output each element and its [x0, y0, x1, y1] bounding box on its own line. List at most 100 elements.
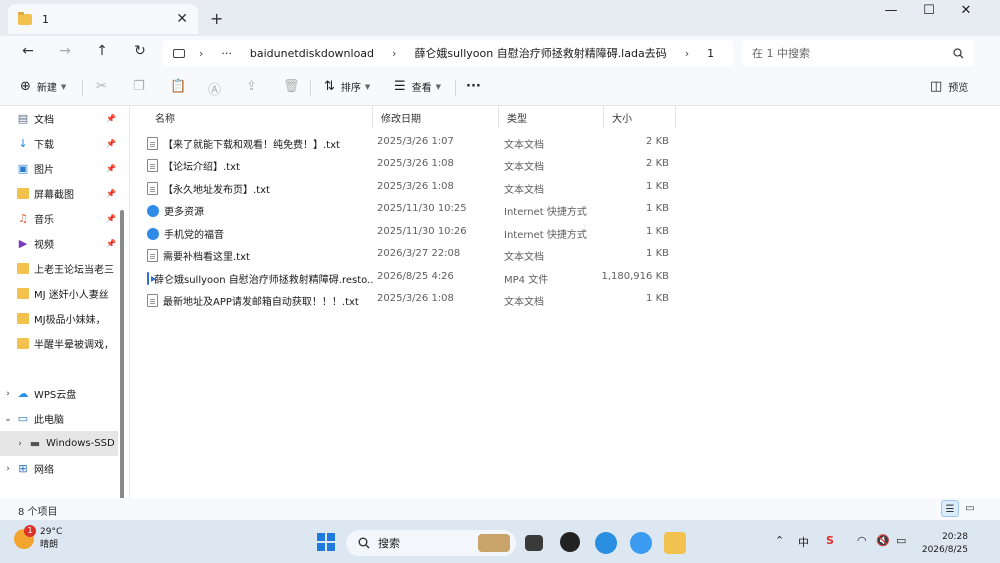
search-input[interactable]: 在 1 中搜索 — [742, 40, 974, 66]
search-icon — [953, 47, 964, 58]
share-button[interactable]: ⇪ — [246, 79, 263, 94]
video-file-icon — [147, 272, 156, 285]
file-row[interactable]: 手机党的福音 2025/11/30 10:26 Internet 快捷方式 1 … — [141, 221, 681, 243]
up-button[interactable]: ↑ — [90, 43, 114, 59]
document-icon: ▤ — [17, 111, 29, 125]
task-view-icon[interactable] — [525, 535, 543, 551]
rename-button[interactable]: Ⓐ — [208, 79, 227, 98]
sidebar-item-downloads[interactable]: ↓ 下载 📌 — [0, 131, 118, 156]
pin-icon: 📌 — [106, 164, 116, 173]
clock-time: 20:28 — [942, 532, 968, 542]
back-button[interactable]: ← — [16, 43, 40, 59]
folder-icon — [16, 262, 30, 275]
delete-button[interactable]: 🗑 — [283, 79, 306, 94]
column-header-type[interactable]: 类型 — [499, 106, 604, 128]
start-button[interactable] — [316, 532, 338, 554]
clock-date: 2026/8/25 — [921, 545, 968, 555]
share-icon: ⇪ — [246, 79, 257, 94]
browser-icon[interactable] — [595, 532, 617, 554]
baidu-netdisk-icon[interactable] — [630, 532, 652, 554]
minimize-button[interactable]: — — [876, 3, 906, 18]
battery-icon[interactable]: ▭ — [896, 534, 906, 547]
paste-button[interactable]: 📋 — [170, 79, 192, 94]
close-tab-icon[interactable]: ✕ — [176, 11, 188, 27]
preview-button[interactable]: ◫ 预览 — [930, 79, 968, 94]
new-tab-button[interactable]: + — [210, 9, 223, 28]
file-row[interactable]: 最新地址及APP请发邮箱自动获取！！！.txt 2025/3/26 1:08 文… — [141, 288, 681, 310]
chevron-right-icon[interactable]: › — [0, 389, 16, 399]
forward-button[interactable]: → — [53, 43, 77, 59]
cut-button[interactable]: ✂ — [96, 79, 113, 94]
column-header-modified[interactable]: 修改日期 — [373, 106, 499, 128]
internet-shortcut-icon — [147, 204, 159, 217]
sidebar-item-videos[interactable]: ▶ 视频 📌 — [0, 231, 118, 256]
breadcrumb-item[interactable]: 1 — [707, 47, 714, 60]
plus-circle-icon: ⊕ — [20, 79, 31, 94]
copy-button[interactable]: ❐ — [133, 79, 151, 94]
file-row[interactable]: 【永久地址发布页】.txt 2025/3/26 1:08 文本文档 1 KB — [141, 176, 681, 198]
chevron-right-icon[interactable]: › — [12, 439, 28, 449]
sidebar-item-this-pc[interactable]: ⌄ ▭ 此电脑 — [0, 406, 118, 431]
details-view-button[interactable]: ☰ — [941, 500, 959, 517]
scissors-icon: ✂ — [96, 79, 107, 94]
chevron-right-icon[interactable]: › — [0, 464, 16, 474]
text-file-icon — [147, 137, 158, 150]
sidebar-item-folder[interactable]: 半醒半晕被调戏， — [0, 331, 118, 356]
folder-icon — [16, 287, 30, 300]
file-row[interactable]: 薛仑娥sullyoon 自慰治疗师拯救射精障碍.resto... 2026/8/… — [141, 266, 681, 288]
computer-icon — [173, 48, 185, 58]
refresh-button[interactable]: ↻ — [128, 43, 152, 59]
ime-indicator[interactable]: 中 — [798, 534, 809, 550]
folder-icon — [16, 187, 30, 200]
sidebar-item-folder[interactable]: 上老王论坛当老三 — [0, 256, 118, 281]
breadcrumb-item[interactable]: 薛仑娥sullyoon 自慰治疗师拯救射精障碍.lada去码 — [414, 45, 666, 61]
maximize-button[interactable]: ☐ — [914, 3, 944, 18]
more-options-button[interactable]: ··· — [466, 79, 481, 94]
view-button[interactable]: ☰ 查看 ▼ — [394, 79, 441, 94]
file-row[interactable]: 需要补档看这里.txt 2026/3/27 22:08 文本文档 1 KB — [141, 243, 681, 265]
computer-icon: ▭ — [17, 411, 29, 425]
column-header-size[interactable]: 大小 — [604, 106, 676, 128]
clock[interactable]: 20:28 2026/8/25 — [918, 531, 968, 557]
pin-icon: 📌 — [106, 239, 116, 248]
sidebar-item-pictures[interactable]: ▣ 图片 📌 — [0, 156, 118, 181]
weather-temperature: 29°C — [40, 527, 63, 537]
sort-icon: ⇅ — [324, 79, 335, 94]
sidebar-item-screenshots[interactable]: 屏幕截图 📌 — [0, 181, 118, 206]
wifi-icon[interactable]: ◠ — [857, 534, 867, 547]
file-row[interactable]: 【论坛介绍】.txt 2025/3/26 1:08 文本文档 2 KB — [141, 153, 681, 175]
speaker-muted-icon[interactable]: 🔇 — [876, 534, 890, 547]
sidebar-item-wps-cloud[interactable]: › ☁ WPS云盘 — [0, 381, 118, 406]
taskbar-search[interactable]: 搜索 — [346, 530, 516, 556]
text-file-icon — [147, 159, 158, 172]
tiles-view-button[interactable]: ▭ — [961, 500, 979, 517]
qq-icon[interactable] — [560, 532, 580, 552]
new-button[interactable]: ⊕ 新建 ▼ — [20, 79, 66, 94]
breadcrumb-item[interactable]: baidunetdiskdownload — [250, 47, 374, 60]
sort-button[interactable]: ⇅ 排序 ▼ — [324, 79, 370, 94]
wps-icon[interactable]: S — [826, 534, 834, 547]
sidebar-item-network[interactable]: › ⊞ 网络 — [0, 456, 118, 481]
chevron-down-icon[interactable]: ⌄ — [0, 414, 16, 424]
file-row[interactable]: 【来了就能下载和观看！纯免费！】.txt 2025/3/26 1:07 文本文档… — [141, 131, 681, 153]
pin-icon: 📌 — [106, 114, 116, 123]
sidebar-item-documents[interactable]: ▤ 文档 📌 — [0, 106, 118, 131]
weather-widget[interactable]: 1 29°C 晴朗 — [14, 525, 63, 552]
sidebar-item-windows-ssd[interactable]: › ▬ Windows-SSD — [0, 431, 118, 456]
sidebar-item-folder[interactable]: MJ 迷奸小人妻丝 — [0, 281, 118, 306]
search-highlight-image — [478, 534, 510, 552]
sidebar-item-music[interactable]: ♫ 音乐 📌 — [0, 206, 118, 231]
sidebar-item-folder[interactable]: MJ极品小妹妹， — [0, 306, 118, 331]
close-window-button[interactable]: ✕ — [951, 3, 981, 18]
folder-icon — [18, 11, 32, 25]
file-explorer-icon[interactable] — [664, 532, 686, 554]
breadcrumb[interactable]: › ··· baidunetdiskdownload › 薛仑娥sullyoon… — [163, 40, 733, 66]
file-row[interactable]: 更多资源 2025/11/30 10:25 Internet 快捷方式 1 KB — [141, 198, 681, 220]
chevron-up-icon[interactable]: ⌃ — [775, 534, 784, 547]
column-header-name[interactable]: 名称 — [147, 106, 373, 128]
search-placeholder: 在 1 中搜索 — [752, 47, 810, 60]
sun-icon: 1 — [14, 525, 36, 549]
tab-active[interactable]: 1 ✕ — [8, 4, 198, 34]
sidebar-scrollbar[interactable] — [120, 210, 124, 498]
breadcrumb-more[interactable]: ··· — [221, 47, 232, 60]
